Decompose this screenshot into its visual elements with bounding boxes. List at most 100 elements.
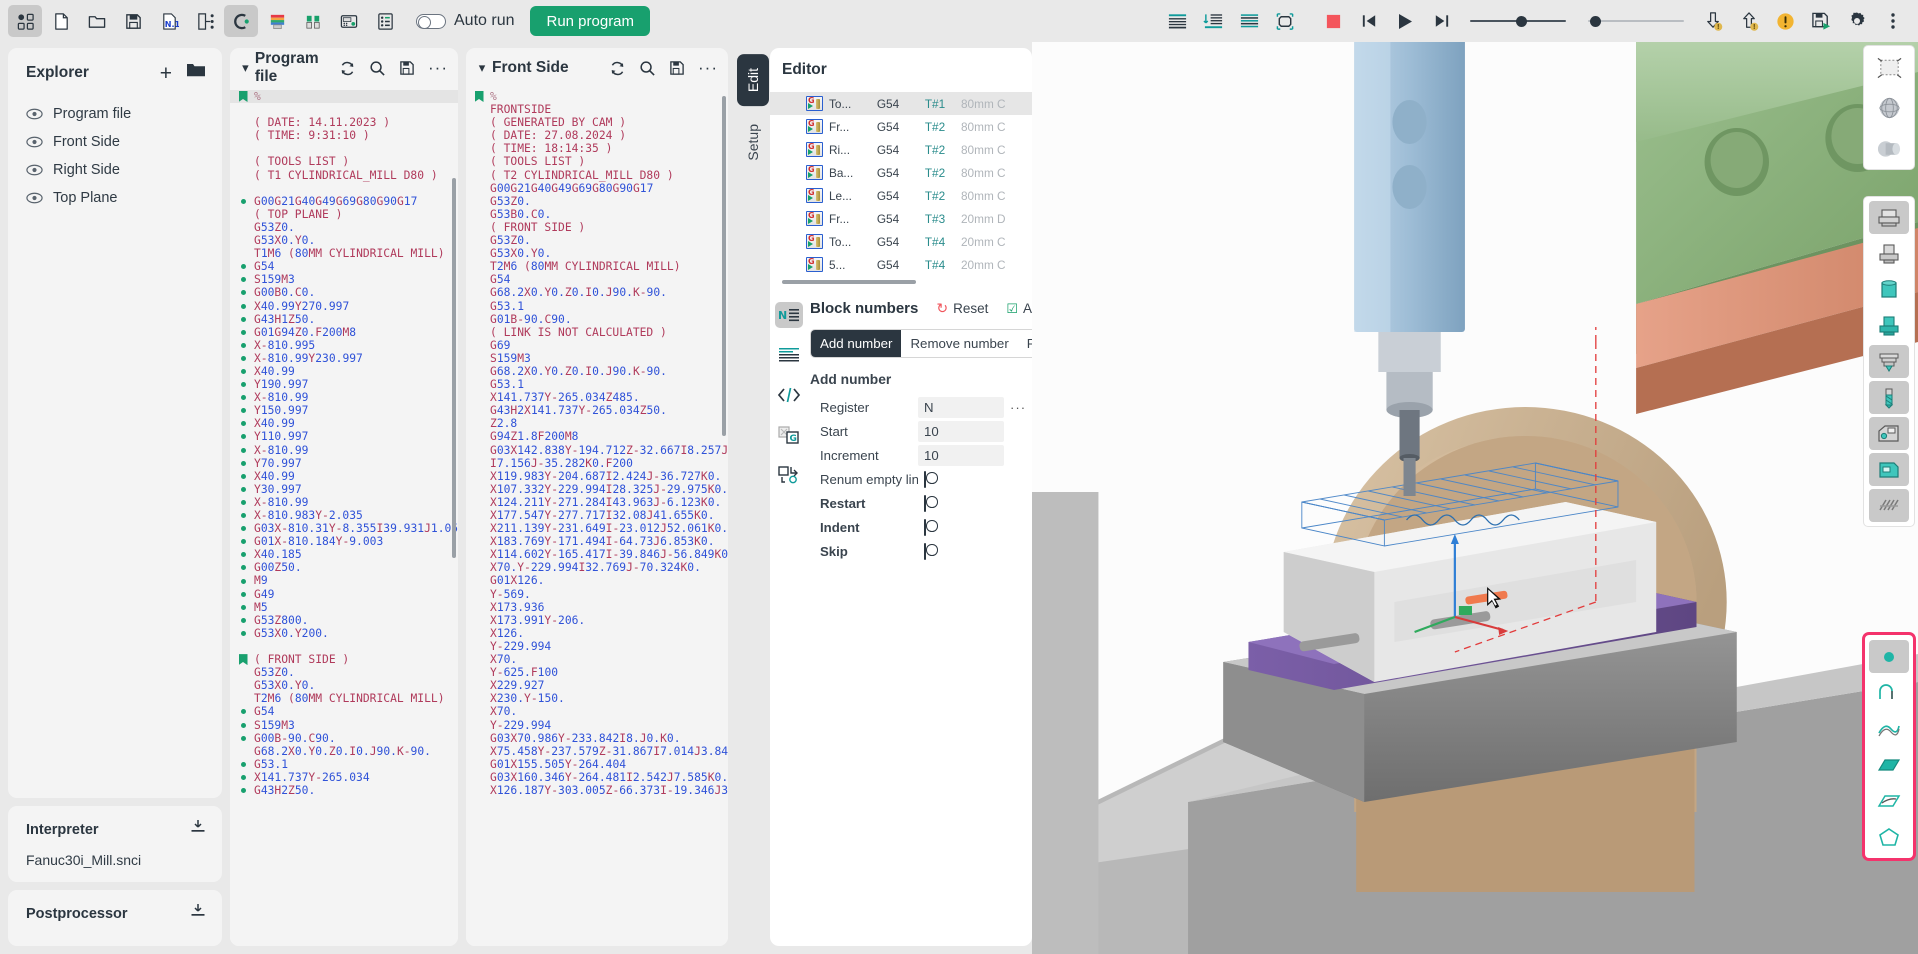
code-line[interactable]: M9: [230, 574, 458, 587]
start-input[interactable]: 10: [918, 420, 1004, 442]
code-line[interactable]: X-810.99Y230.997: [230, 352, 458, 365]
code-line[interactable]: G01X155.505Y-264.404: [466, 758, 728, 771]
warning-icon[interactable]: [1768, 5, 1802, 37]
program-file-code[interactable]: % ( DATE: 14.11.2023 )( TIME: 9:31:10 ) ( …: [230, 88, 458, 946]
plane-path-icon[interactable]: [1869, 748, 1909, 781]
code-line[interactable]: [230, 103, 458, 116]
code-line[interactable]: %: [230, 90, 458, 104]
code-line[interactable]: FRONTSIDE: [466, 103, 728, 116]
new-file-icon[interactable]: [44, 5, 78, 37]
selection-box-icon[interactable]: [1268, 5, 1302, 37]
tooling-icon[interactable]: [296, 5, 330, 37]
code-line[interactable]: G94Z1.8F200M8: [466, 430, 728, 443]
part-step-icon[interactable]: [1869, 309, 1909, 342]
refresh-icon[interactable]: [609, 60, 626, 77]
fixture-icon[interactable]: [1869, 345, 1909, 378]
code-line[interactable]: G53X0.Y0.: [230, 679, 458, 692]
code-line[interactable]: X-810.995: [230, 339, 458, 352]
skip-toggle[interactable]: [924, 542, 926, 560]
save-run-icon[interactable]: [1804, 5, 1838, 37]
code-line[interactable]: G69: [466, 339, 728, 352]
code-line[interactable]: ( DATE: 14.11.2023 ): [230, 116, 458, 129]
code-line[interactable]: X40.99: [230, 470, 458, 483]
front-side-code[interactable]: % FRONTSIDE( GENERATED BY CAM )( DATE: 27…: [466, 88, 728, 946]
code-line[interactable]: X173.991Y-206.: [466, 614, 728, 627]
code-line[interactable]: G00B0.C0.: [230, 286, 458, 299]
renum-empty-line-toggle[interactable]: [924, 470, 926, 488]
code-line[interactable]: %: [466, 90, 728, 103]
code-line[interactable]: [230, 182, 458, 195]
code-line[interactable]: X40.99: [230, 417, 458, 430]
play-button[interactable]: [1388, 5, 1422, 37]
tab-renumber[interactable]: Renumber: [1018, 330, 1032, 357]
table-row[interactable]: To... G54 T#4 20mm C: [770, 230, 1032, 253]
tab-setup[interactable]: Setup: [737, 110, 769, 175]
code-line[interactable]: X183.769Y-171.494I-64.73J6.853K0.: [466, 535, 728, 548]
eye-icon[interactable]: [26, 108, 43, 120]
transform-icon[interactable]: [775, 462, 803, 488]
toolpath-icon[interactable]: [1869, 489, 1909, 522]
stop-button[interactable]: [1316, 5, 1350, 37]
code-line[interactable]: ( T1 CYLINDRICAL_MILL D80 ): [230, 169, 458, 182]
register-input[interactable]: N: [918, 396, 1004, 418]
kebab-menu-icon[interactable]: [1876, 5, 1910, 37]
code-line[interactable]: I7.156J-35.282K0.F200: [466, 457, 728, 470]
code-line[interactable]: X-810.99: [230, 496, 458, 509]
code-line[interactable]: X-810.983Y-2.035: [230, 509, 458, 522]
code-line[interactable]: ( DATE: 27.08.2024 ): [466, 129, 728, 142]
table-icon[interactable]: [1869, 453, 1909, 486]
refresh-icon[interactable]: [339, 60, 356, 77]
align-lines-icon[interactable]: [1160, 5, 1194, 37]
tab-add-number[interactable]: Add number: [811, 330, 902, 357]
wireframe-icon[interactable]: [1869, 51, 1909, 84]
code-line[interactable]: G03X142.838Y-194.712Z-32.667I8.257J3: [466, 444, 728, 457]
code-line[interactable]: G53X0.Y0.: [466, 247, 728, 260]
stock-cylinder-icon[interactable]: [1869, 237, 1909, 270]
arc-path-icon[interactable]: [1869, 676, 1909, 709]
code-line[interactable]: ( FRONT SIDE ): [230, 653, 458, 666]
code-line[interactable]: G54: [230, 260, 458, 273]
code-line[interactable]: Y190.997: [230, 378, 458, 391]
table-row[interactable]: Ba... G54 T#2 80mm C: [770, 161, 1032, 184]
download-warning-icon[interactable]: !: [1696, 5, 1730, 37]
code-line[interactable]: X230.Y-150.: [466, 692, 728, 705]
code-line[interactable]: ( TIME: 18:14:35 ): [466, 142, 728, 155]
code-line[interactable]: S159M3: [230, 273, 458, 286]
stock-material-icon[interactable]: [260, 5, 294, 37]
code-line[interactable]: X124.211Y-271.284I43.963J-6.123K0.: [466, 496, 728, 509]
code-line[interactable]: G53Z0.: [230, 666, 458, 679]
code-line[interactable]: X70.: [466, 705, 728, 718]
code-line[interactable]: Y-569.: [466, 588, 728, 601]
vertical-scrollbar[interactable]: [722, 96, 726, 436]
table-row[interactable]: Le... G54 T#2 80mm C: [770, 184, 1032, 207]
code-line[interactable]: G49: [230, 588, 458, 601]
reset-button[interactable]: ↻ Reset: [936, 300, 988, 317]
code-line[interactable]: X141.737Y-265.034: [230, 771, 458, 784]
tool-list-icon[interactable]: [368, 5, 402, 37]
more-options-icon[interactable]: ···: [698, 59, 718, 76]
sidebar-item-front-side[interactable]: Front Side: [8, 128, 222, 156]
code-line[interactable]: M5: [230, 601, 458, 614]
code-line[interactable]: X40.185: [230, 548, 458, 561]
open-folder-icon[interactable]: [186, 62, 206, 84]
code-line[interactable]: G53Z0.: [466, 234, 728, 247]
magnet-snap-icon[interactable]: [224, 5, 258, 37]
code-line[interactable]: G43H1Z50.: [230, 313, 458, 326]
table-row[interactable]: Fr... G54 T#2 80mm C: [770, 115, 1032, 138]
code-line[interactable]: ( LINK IS NOT CALCULATED ): [466, 326, 728, 339]
list-lines-icon[interactable]: [1232, 5, 1266, 37]
tab-remove-number[interactable]: Remove number: [901, 330, 1017, 357]
stock-blank-icon[interactable]: [1869, 201, 1909, 234]
eye-icon[interactable]: [26, 192, 43, 204]
export-icon[interactable]: [188, 5, 222, 37]
code-line[interactable]: G68.2X0.Y0.Z0.I0.J90.K-90.: [466, 365, 728, 378]
save-icon[interactable]: [116, 5, 150, 37]
code-line[interactable]: Y110.997: [230, 430, 458, 443]
speed-slider[interactable]: [1470, 5, 1566, 37]
horizontal-scrollbar[interactable]: [782, 280, 917, 284]
skip-to-start-button[interactable]: [1352, 5, 1386, 37]
code-line[interactable]: X173.936: [466, 601, 728, 614]
code-line[interactable]: G53.1: [466, 300, 728, 313]
part-cylinder-icon[interactable]: [1869, 273, 1909, 306]
code-line[interactable]: ( TOOLS LIST ): [466, 155, 728, 168]
